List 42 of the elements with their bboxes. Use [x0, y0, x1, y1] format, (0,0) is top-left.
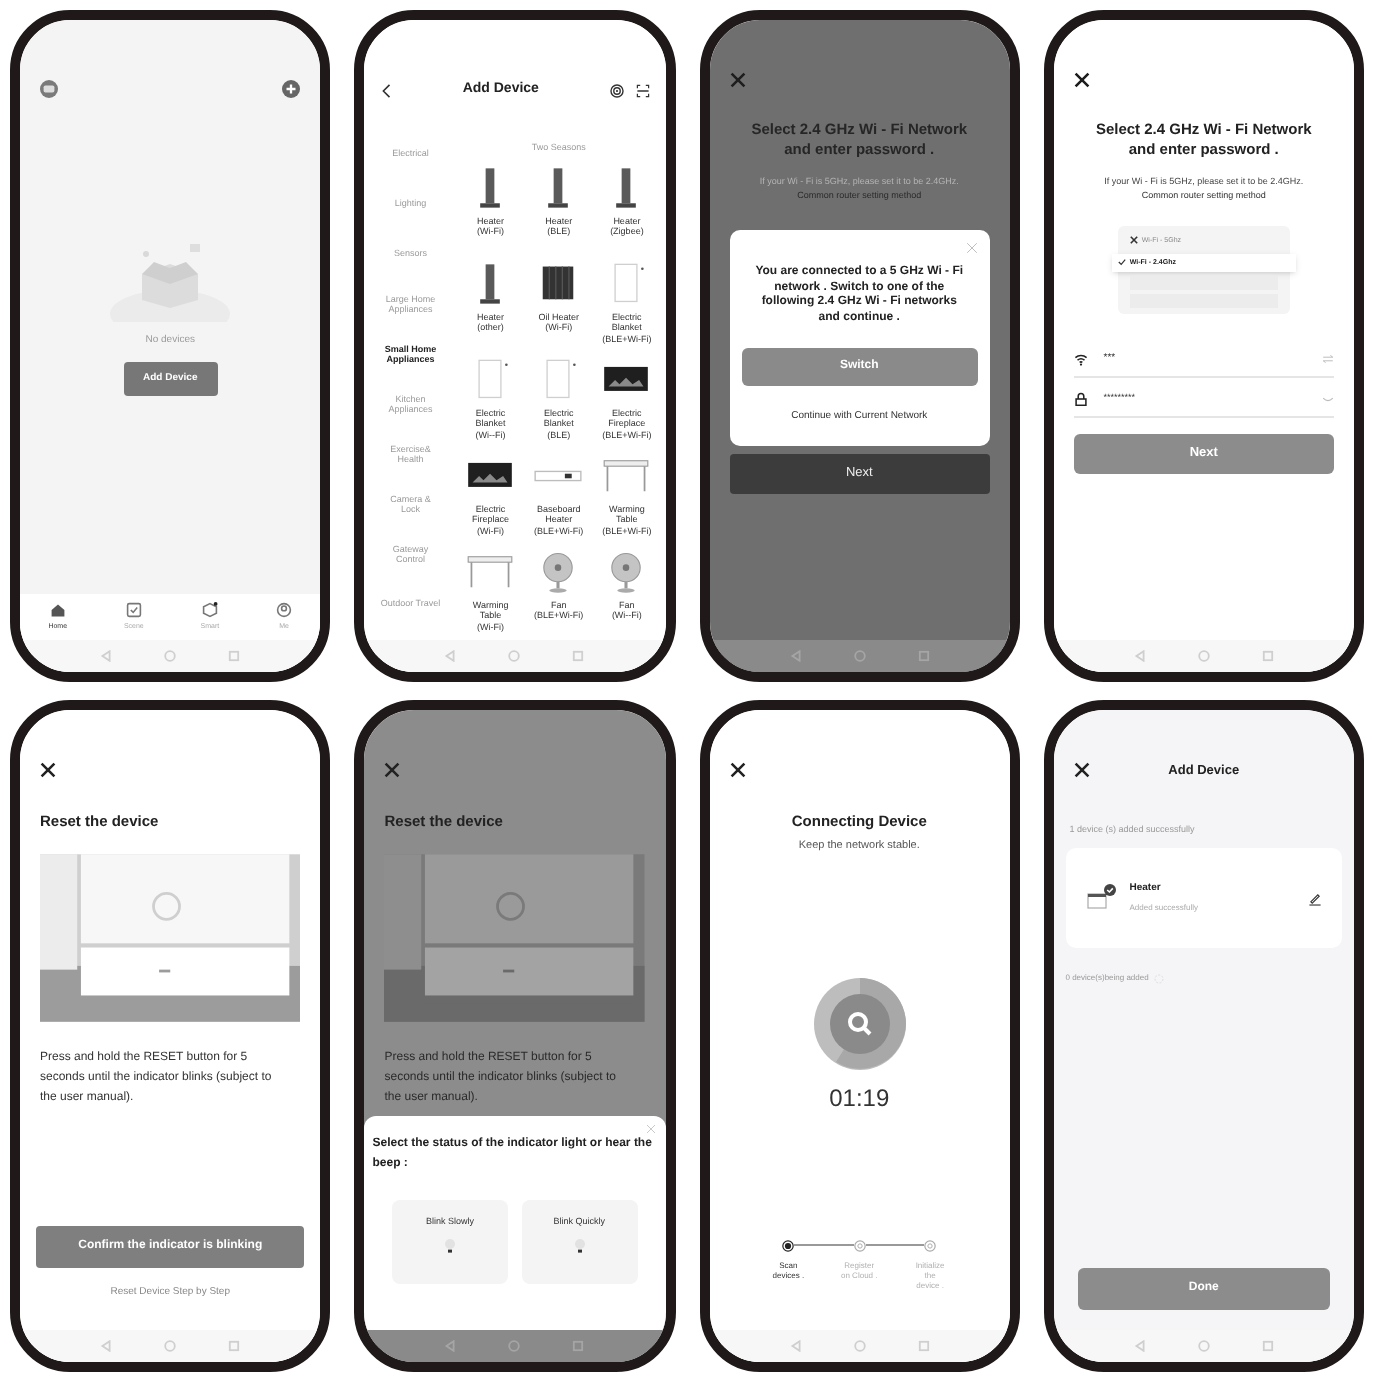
cross-icon — [1129, 236, 1138, 245]
home-icon — [49, 601, 66, 618]
recent-apps-icon[interactable] — [917, 650, 930, 662]
add-icon[interactable] — [282, 80, 301, 98]
avatar-icon[interactable] — [40, 80, 58, 98]
target-icon[interactable] — [609, 83, 623, 98]
wifi-icon — [1073, 352, 1088, 367]
light-bulb-icon — [444, 1238, 457, 1255]
pencil-icon[interactable] — [1308, 891, 1322, 905]
recent-apps-icon[interactable] — [572, 650, 585, 662]
light-bulb-icon — [573, 1238, 586, 1255]
close-icon[interactable] — [1073, 72, 1090, 88]
lock-icon — [1073, 392, 1088, 407]
scan-icon[interactable] — [635, 83, 649, 98]
recent-apps-icon[interactable] — [917, 1339, 930, 1351]
recent-apps-icon[interactable] — [1261, 650, 1274, 662]
home-icon[interactable] — [853, 1339, 866, 1351]
recent-apps-icon[interactable] — [228, 1339, 241, 1351]
checkbox-icon — [125, 601, 142, 618]
close-icon[interactable] — [1073, 762, 1090, 779]
countdown-timer: 01:19 — [827, 1082, 892, 1117]
recent-apps-icon[interactable] — [228, 650, 241, 662]
close-icon[interactable] — [40, 761, 56, 777]
closed-eye-icon[interactable] — [1322, 395, 1334, 404]
home-icon[interactable] — [164, 650, 177, 662]
baseboard-heater-icon — [534, 470, 583, 483]
cube-icon — [201, 601, 218, 618]
close-icon[interactable] — [729, 761, 745, 777]
home-icon[interactable] — [1197, 650, 1210, 662]
device-added-icon — [1085, 884, 1118, 912]
back-icon[interactable] — [380, 83, 393, 98]
recent-apps-icon[interactable] — [1261, 1339, 1274, 1351]
swap-icon[interactable] — [1322, 354, 1334, 365]
home-icon[interactable] — [853, 650, 866, 662]
search-spinner-icon — [811, 976, 908, 1073]
home-icon[interactable] — [164, 1339, 177, 1351]
recent-apps-icon[interactable] — [572, 1339, 585, 1351]
profile-icon — [276, 601, 293, 618]
home-icon[interactable] — [508, 650, 521, 662]
home-icon[interactable] — [508, 1339, 521, 1351]
home-icon[interactable] — [1197, 1339, 1210, 1351]
check-icon — [1117, 258, 1126, 267]
